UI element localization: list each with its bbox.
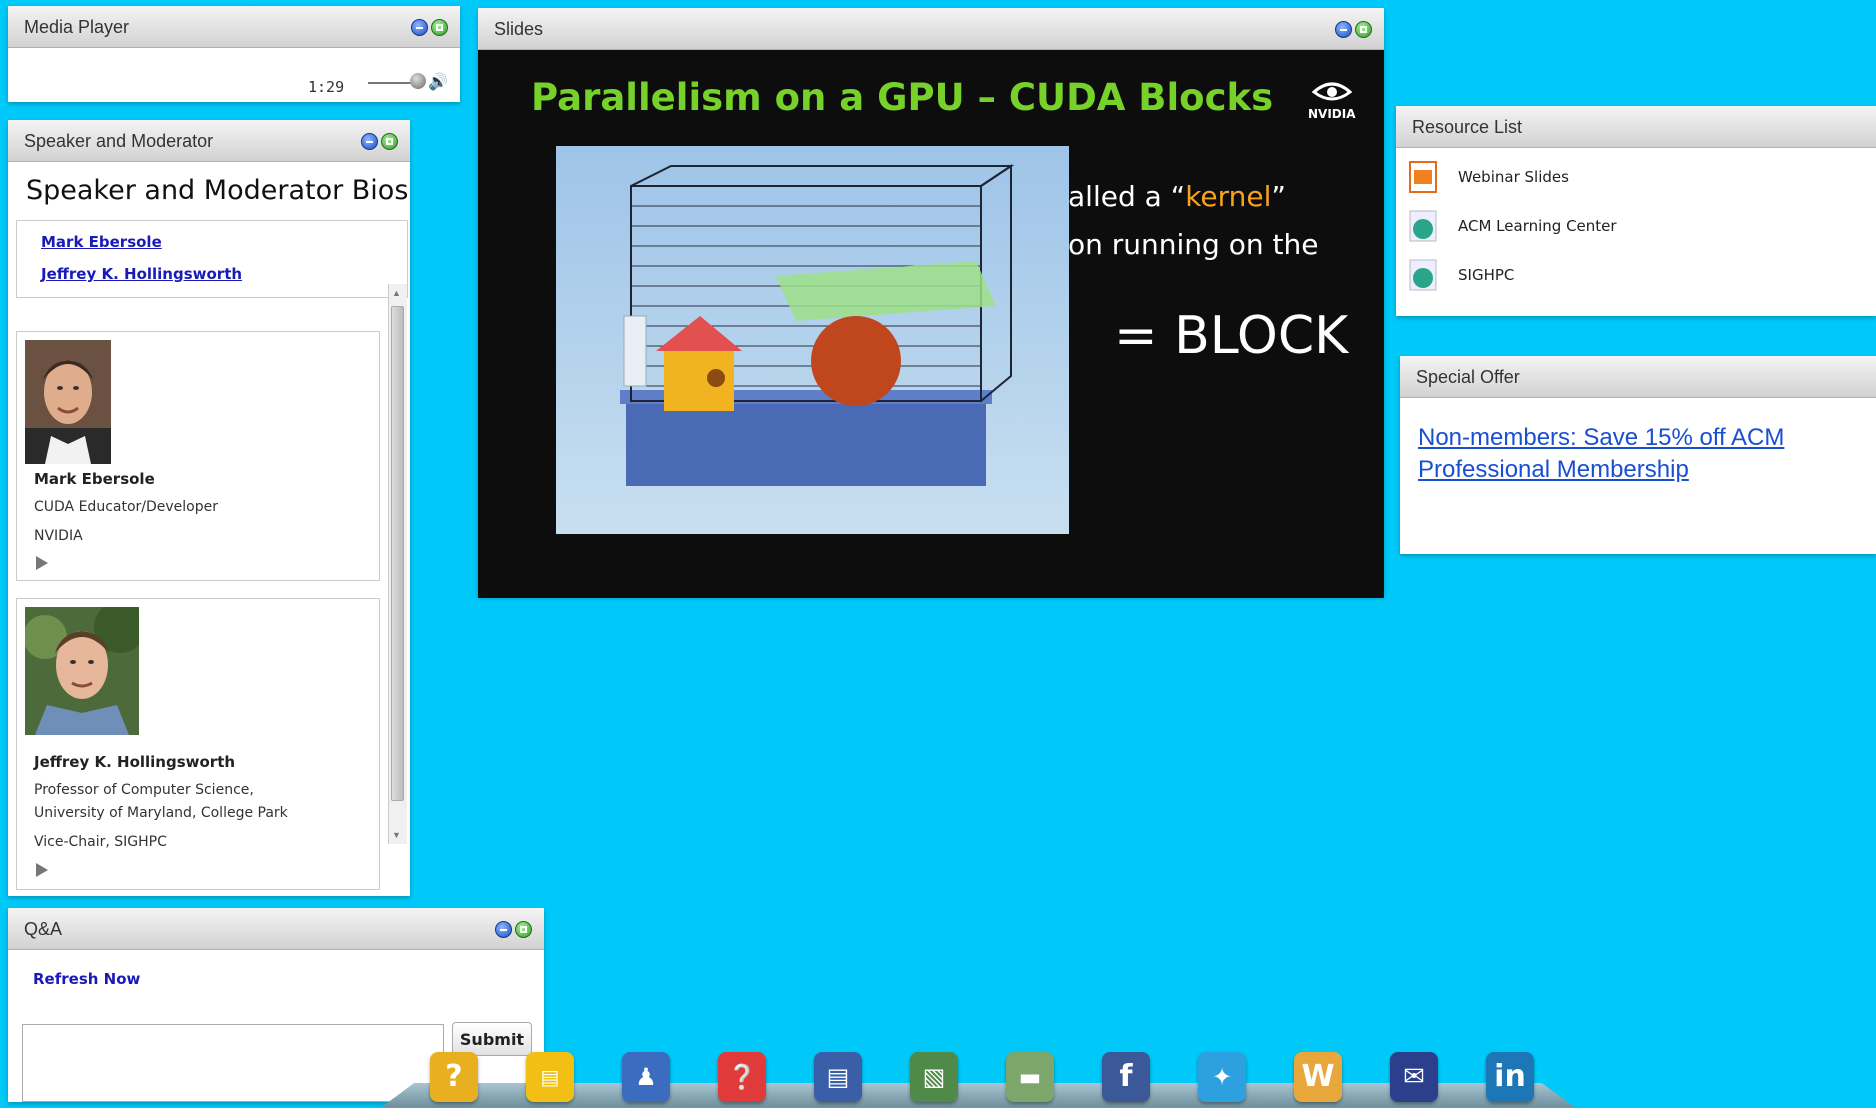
globe-link-icon xyxy=(1409,259,1437,291)
speaker-photo xyxy=(25,607,139,735)
resource-item[interactable]: SIGHPC xyxy=(1396,254,1876,298)
resource-item[interactable]: Webinar Slides xyxy=(1396,156,1876,200)
resource-list-panel: Resource List Webinar Slides ACM Learnin… xyxy=(1396,106,1876,316)
link-jeffrey-hollingsworth[interactable]: Jeffrey K. Hollingsworth xyxy=(41,265,242,283)
minimize-icon[interactable] xyxy=(495,921,512,938)
panel-title: Special Offer xyxy=(1416,367,1520,387)
slide-text-fragment: ” xyxy=(1271,180,1286,213)
globe-link-icon xyxy=(1409,210,1437,242)
resource-list-icon[interactable]: ▤ xyxy=(814,1052,862,1102)
submit-button[interactable]: Submit xyxy=(452,1022,532,1056)
bio-line: University of Maryland, College Park xyxy=(34,805,288,821)
speaker-links: Mark Ebersole Jeffrey K. Hollingsworth xyxy=(16,220,408,298)
bio-name: Jeffrey K. Hollingsworth xyxy=(34,753,236,771)
bios-scrollbar[interactable]: ▲ ▼ xyxy=(388,284,407,844)
facebook-icon[interactable]: f xyxy=(1102,1052,1150,1102)
link-mark-ebersole[interactable]: Mark Ebersole xyxy=(41,233,162,251)
maximize-icon[interactable] xyxy=(381,133,398,150)
panel-title: Media Player xyxy=(24,17,130,37)
linkedin-icon[interactable]: in xyxy=(1486,1052,1534,1102)
volume-slider-knob[interactable] xyxy=(410,73,426,89)
panel-header[interactable]: Resource List xyxy=(1396,106,1876,148)
resource-label[interactable]: ACM Learning Center xyxy=(1458,217,1617,235)
question-input[interactable] xyxy=(22,1024,444,1102)
speaker-bio-icon[interactable]: ♟ xyxy=(622,1052,670,1102)
panel-header[interactable]: Slides xyxy=(478,8,1384,50)
refresh-now-link[interactable]: Refresh Now xyxy=(33,970,140,988)
folder-icon[interactable]: ▧ xyxy=(910,1052,958,1102)
maximize-icon[interactable] xyxy=(431,19,448,36)
bio-name: Mark Ebersole xyxy=(34,470,155,488)
special-offer-panel: Special Offer Non-members: Save 15% off … xyxy=(1400,356,1876,554)
bio-card-mark-ebersole: Mark Ebersole CUDA Educator/Developer NV… xyxy=(16,331,380,581)
bio-card-jeffrey-hollingsworth: Jeffrey K. Hollingsworth Professor of Co… xyxy=(16,598,380,890)
email-icon[interactable]: ✉ xyxy=(1390,1052,1438,1102)
speaker-icon[interactable]: 🔊 xyxy=(428,72,448,92)
expand-bio-icon[interactable] xyxy=(36,863,48,877)
slide-keyword: kernel xyxy=(1185,180,1272,213)
nvidia-logo: NVIDIA xyxy=(1308,78,1356,121)
bios-heading: Speaker and Moderator Bios xyxy=(26,175,409,206)
slide-title: Parallelism on a GPU – CUDA Blocks xyxy=(531,76,1274,119)
panel-header[interactable]: Media Player xyxy=(8,6,460,48)
bio-line: Professor of Computer Science, xyxy=(34,782,254,798)
slide-text-line: alled a “kernel” xyxy=(1068,180,1286,213)
slide-content: Parallelism on a GPU – CUDA Blocks NVIDI… xyxy=(478,50,1384,598)
bio-line: NVIDIA xyxy=(34,528,83,544)
scroll-down-icon[interactable]: ▼ xyxy=(392,830,401,840)
wikipedia-icon[interactable]: W xyxy=(1294,1052,1342,1102)
minimize-icon[interactable] xyxy=(1335,21,1352,38)
help-icon[interactable]: ? xyxy=(430,1052,478,1102)
slide-text-line: on running on the xyxy=(1068,228,1319,261)
minimize-icon[interactable] xyxy=(361,133,378,150)
speaker-panel: Speaker and Moderator Speaker and Modera… xyxy=(8,120,410,896)
playback-time: 1:29 xyxy=(308,78,345,96)
panel-header[interactable]: Speaker and Moderator xyxy=(8,120,410,162)
slides-panel: Slides Parallelism on a GPU – CUDA Block… xyxy=(478,8,1384,598)
twitter-icon[interactable]: ✦ xyxy=(1198,1052,1246,1102)
slides-file-icon xyxy=(1409,161,1437,193)
scrollbar-thumb[interactable] xyxy=(391,306,404,801)
slide-text-fragment: alled a “ xyxy=(1068,180,1186,213)
bio-line: Vice-Chair, SIGHPC xyxy=(34,834,167,850)
speaker-photo xyxy=(25,340,111,464)
resource-label[interactable]: SIGHPC xyxy=(1458,266,1514,284)
expand-bio-icon[interactable] xyxy=(36,556,48,570)
panel-title: Q&A xyxy=(24,919,63,939)
maximize-icon[interactable] xyxy=(515,921,532,938)
panel-title: Slides xyxy=(494,19,544,39)
membership-offer-link[interactable]: Non-members: Save 15% off ACM Profession… xyxy=(1418,422,1828,486)
logo-text: NVIDIA xyxy=(1308,107,1356,121)
nvidia-eye-icon xyxy=(1311,82,1353,101)
panel-header[interactable]: Q&A xyxy=(8,908,544,950)
resource-item[interactable]: ACM Learning Center xyxy=(1396,205,1876,249)
media-player-panel: Media Player 1:29 🔊 xyxy=(8,6,460,102)
scroll-up-icon[interactable]: ▲ xyxy=(392,288,401,298)
panel-title: Resource List xyxy=(1412,117,1523,137)
hamster-cage-image xyxy=(556,146,1069,534)
resource-label[interactable]: Webinar Slides xyxy=(1458,168,1569,186)
minimize-icon[interactable] xyxy=(411,19,428,36)
document-icon[interactable]: ▬ xyxy=(1006,1052,1054,1102)
slide-text-block: = BLOCK xyxy=(1114,306,1349,366)
qa-chat-icon[interactable]: ❔ xyxy=(718,1052,766,1102)
bio-line: CUDA Educator/Developer xyxy=(34,499,218,515)
panel-title: Speaker and Moderator xyxy=(24,131,214,151)
panel-header[interactable]: Special Offer xyxy=(1400,356,1876,398)
maximize-icon[interactable] xyxy=(1355,21,1372,38)
poll-chart-icon[interactable]: ▤ xyxy=(526,1052,574,1102)
